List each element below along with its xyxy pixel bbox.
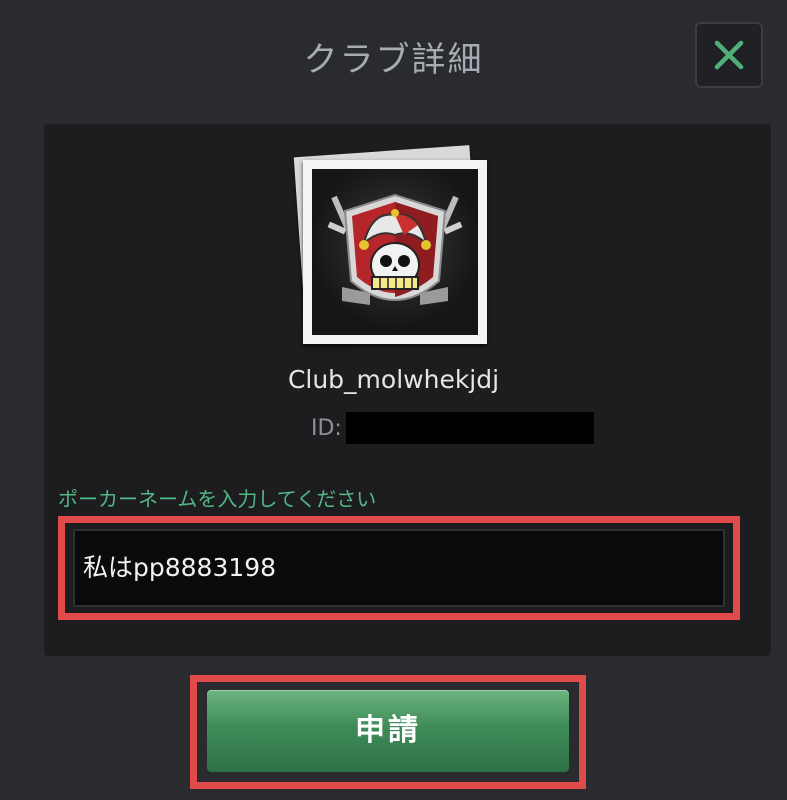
- club-name: Club_molwhekjdj: [287, 365, 500, 394]
- close-button[interactable]: [695, 22, 763, 88]
- poker-name-input[interactable]: 私はpp8883198: [73, 529, 725, 607]
- poker-name-prompt: ポーカーネームを入力してください: [58, 487, 377, 511]
- club-id-label: ID:: [311, 415, 342, 441]
- dialog-title: クラブ詳細: [303, 40, 484, 80]
- jester-skull-crest-icon: [327, 193, 463, 305]
- club-details-dialog: クラブ詳細 Club_molwhekjdj ID: ポーカーネームを入力してくだ…: [0, 0, 787, 800]
- club-logo: [303, 160, 487, 344]
- apply-button[interactable]: 申請: [207, 690, 569, 772]
- close-icon: [714, 40, 744, 70]
- club-id-redacted: [345, 412, 594, 444]
- club-id-row: ID:: [311, 412, 594, 444]
